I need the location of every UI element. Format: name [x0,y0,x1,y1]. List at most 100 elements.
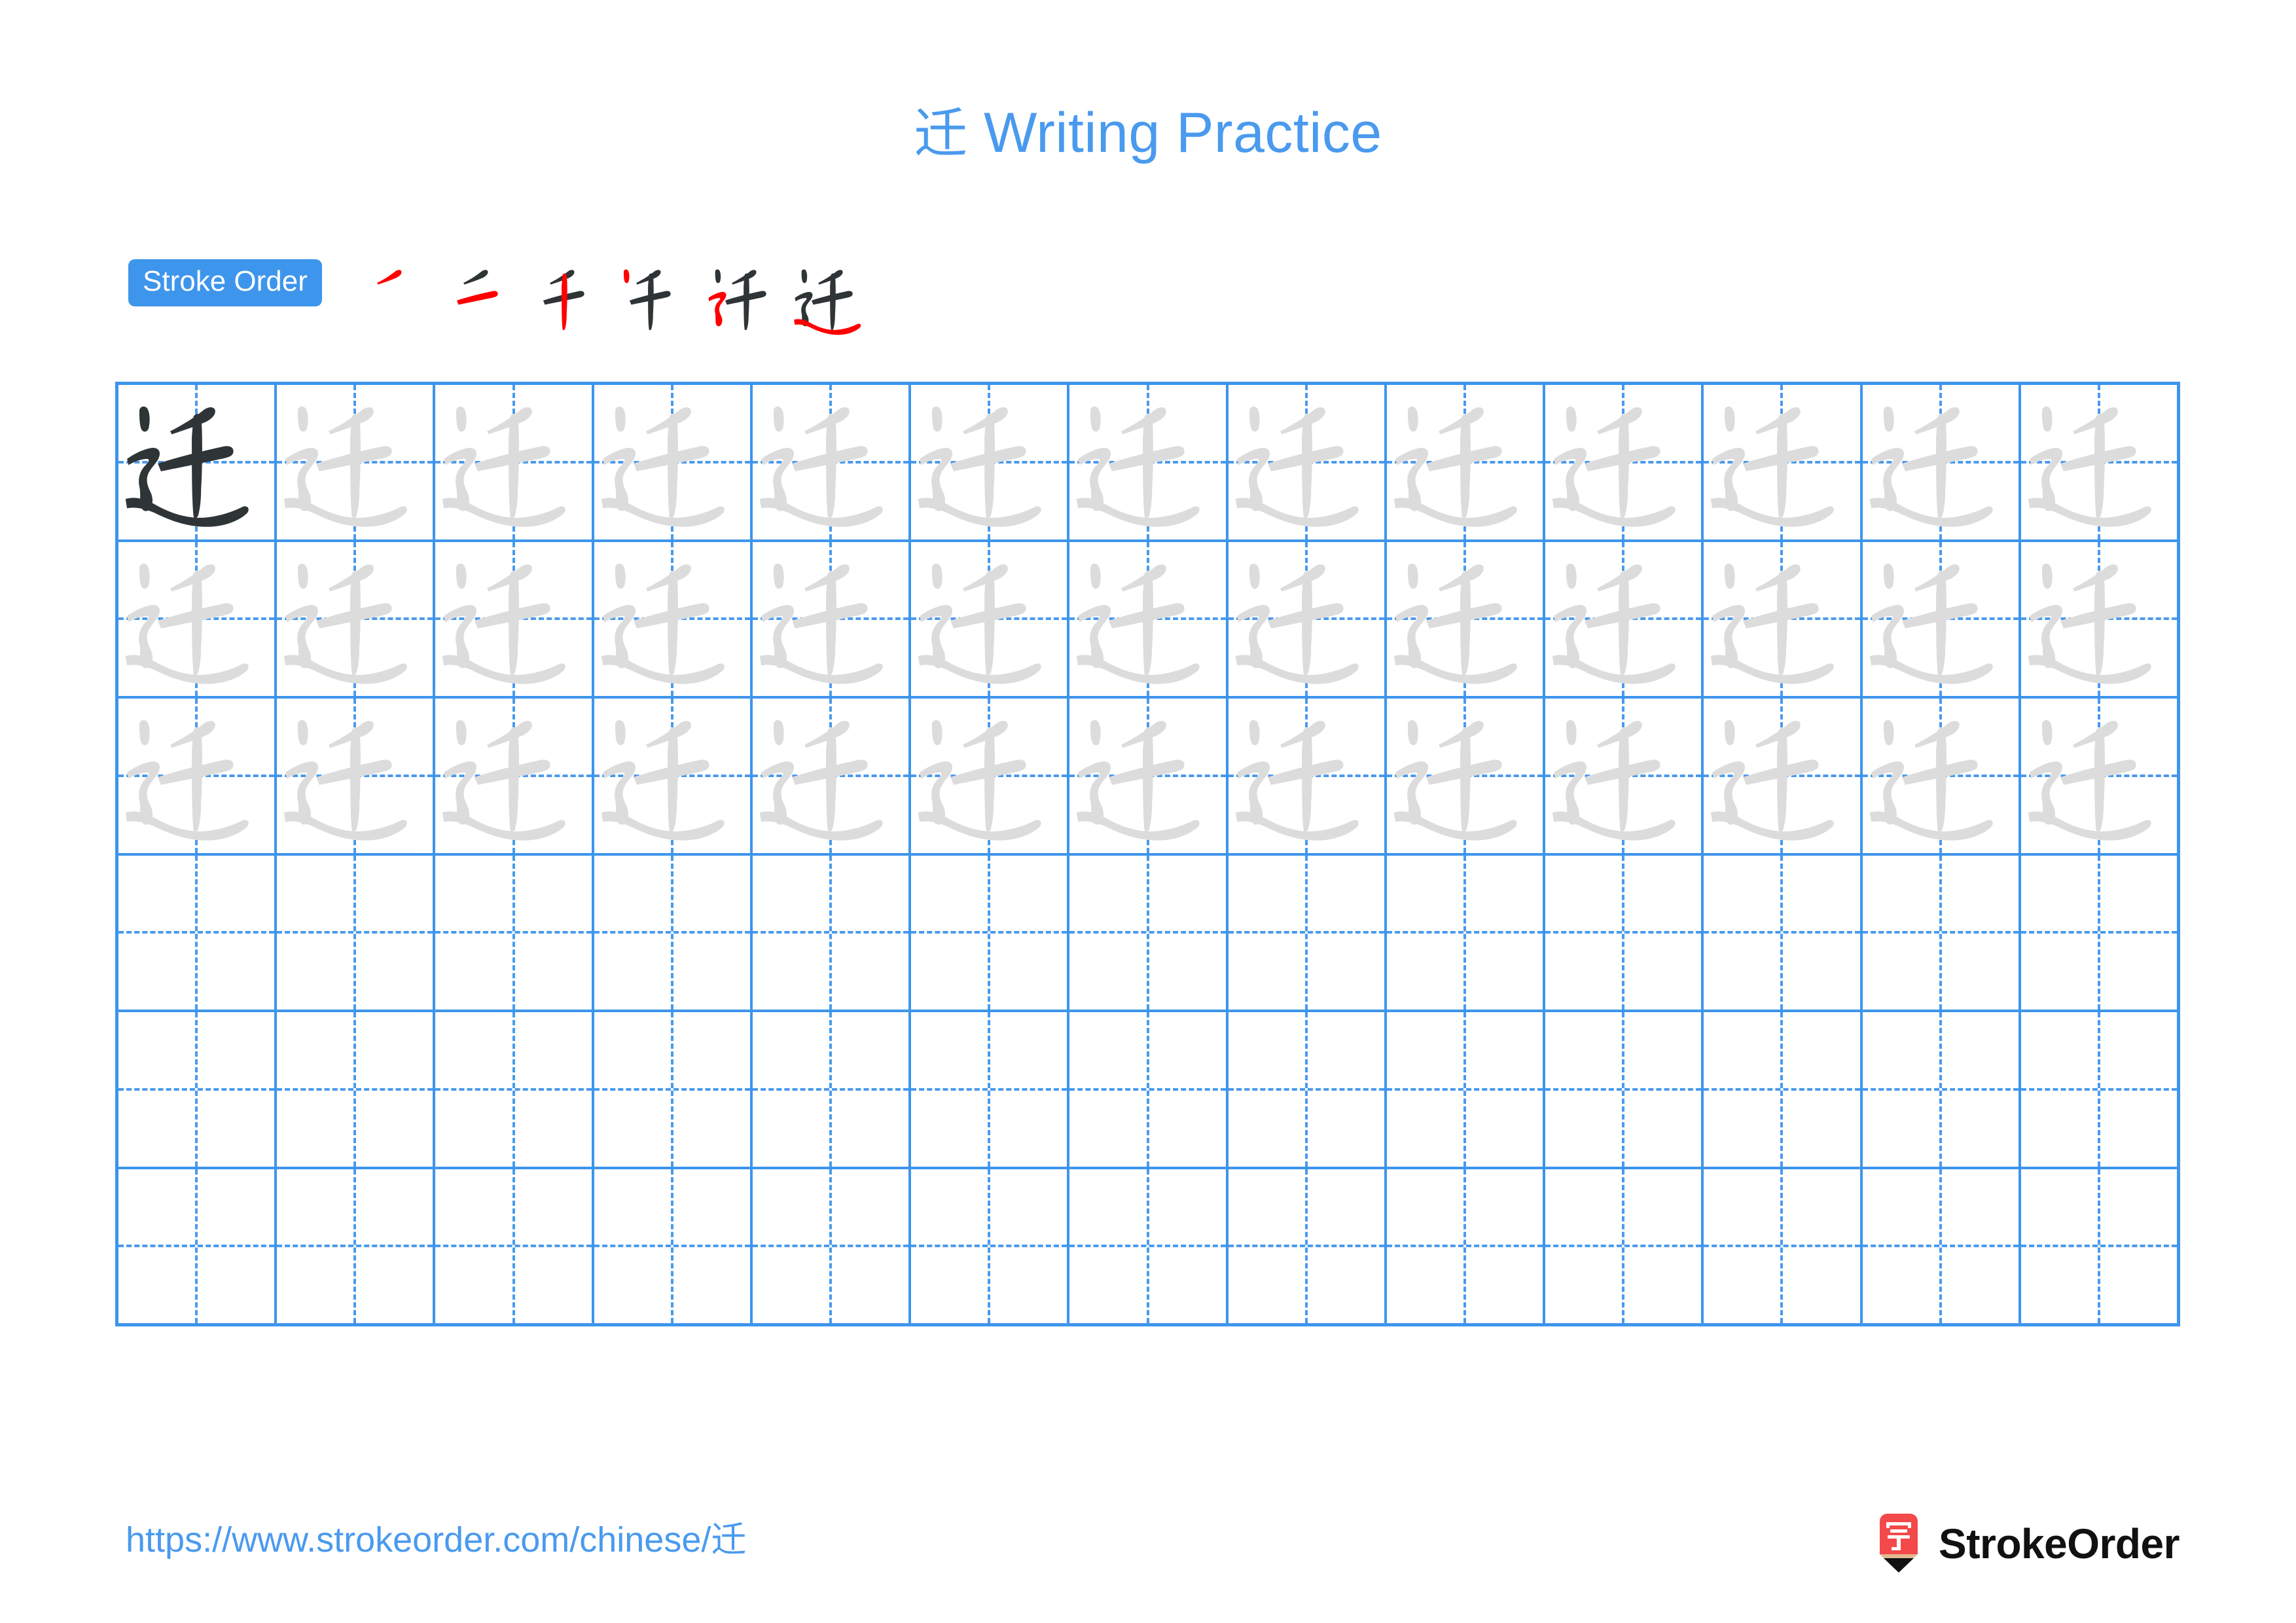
practice-cell-trace[interactable] [1386,541,1546,696]
footer-url[interactable]: https://www.strokeorder.com/chinese/迁 [126,1522,746,1558]
practice-cell-trace[interactable] [118,699,278,853]
practice-cell-trace[interactable] [1069,541,1229,697]
practice-cell-blank[interactable] [435,1012,594,1167]
practice-cell-trace[interactable] [1704,541,1863,696]
practice-cell-blank[interactable] [118,1012,278,1167]
practice-cell-blank[interactable] [277,855,436,1010]
trace-character [277,542,433,697]
practice-cell-blank[interactable] [1069,855,1229,1010]
cell-horizontal-guide [277,1087,433,1091]
practice-cell-blank[interactable] [1704,1012,1863,1167]
practice-cell-blank[interactable] [1545,1012,1704,1167]
practice-cell-blank[interactable] [1228,855,1387,1010]
cell-vertical-guide [353,855,357,1010]
cell-vertical-guide [2097,1169,2100,1323]
practice-cell-trace[interactable] [118,541,278,696]
practice-cell-model[interactable] [118,385,278,539]
practice-cell-trace[interactable] [1069,385,1229,539]
practice-cell-trace[interactable] [1386,385,1546,539]
practice-cell-trace[interactable] [277,541,436,697]
cell-horizontal-guide [435,931,592,934]
practice-cell-blank[interactable] [911,1169,1070,1323]
practice-cell-trace[interactable] [1228,699,1387,853]
practice-cell-blank[interactable] [1862,855,2021,1010]
practice-cell-blank[interactable] [1704,855,1863,1010]
practice-cell-trace[interactable] [277,385,436,539]
practice-cell-trace[interactable] [1386,699,1546,853]
practice-cell-blank[interactable] [911,855,1070,1010]
practice-cell-blank[interactable] [2020,855,2178,1010]
practice-cell-trace[interactable] [594,385,753,539]
practice-cell-trace[interactable] [752,541,912,696]
cell-vertical-guide [512,1169,515,1323]
practice-cell-blank[interactable] [1704,1169,1863,1323]
practice-cell-blank[interactable] [1862,1012,2021,1167]
cell-horizontal-guide [594,1245,750,1248]
practice-cell-trace[interactable] [1704,699,1863,853]
practice-cell-blank[interactable] [277,1169,436,1323]
practice-cell-blank[interactable] [752,855,912,1010]
trace-character [1069,542,1225,697]
practice-cell-blank[interactable] [118,855,278,1010]
cell-vertical-guide [829,1012,833,1167]
practice-cell-trace[interactable] [1862,541,2021,696]
practice-cell-trace[interactable] [1069,699,1229,853]
trace-character [277,385,433,539]
practice-cell-trace[interactable] [1862,699,2021,853]
practice-cell-blank[interactable] [594,855,753,1010]
cell-horizontal-guide [118,1245,275,1248]
practice-cell-trace[interactable] [435,541,594,696]
practice-cell-blank[interactable] [1069,1012,1229,1167]
practice-cell-trace[interactable] [594,699,753,853]
practice-cell-trace[interactable] [1862,385,2021,539]
cell-vertical-guide [670,1012,673,1167]
practice-cell-trace[interactable] [1545,541,1704,696]
practice-cell-blank[interactable] [1228,1169,1387,1323]
practice-cell-trace[interactable] [1704,385,1863,539]
cell-horizontal-guide [1069,1087,1226,1091]
stroke-step-4-diagram [623,269,671,331]
practice-cell-trace[interactable] [2020,699,2178,853]
practice-cell-trace[interactable] [594,541,753,696]
cell-vertical-guide [1939,1012,1942,1167]
practice-cell-trace[interactable] [911,699,1070,853]
practice-cell-blank[interactable] [594,1169,753,1323]
practice-cell-trace[interactable] [1545,699,1704,853]
practice-cell-blank[interactable] [1545,1169,1704,1323]
cell-horizontal-guide [1386,1087,1543,1091]
practice-cell-blank[interactable] [1069,1169,1229,1323]
practice-cell-blank[interactable] [1228,1012,1387,1167]
cell-vertical-guide [1780,855,1784,1010]
practice-cell-blank[interactable] [1386,1012,1546,1167]
cell-horizontal-guide [118,1087,275,1091]
practice-cell-blank[interactable] [2020,1169,2178,1323]
trace-character [911,542,1067,697]
practice-cell-blank[interactable] [752,1012,912,1167]
practice-cell-blank[interactable] [1386,1169,1546,1323]
practice-cell-trace[interactable] [277,699,436,853]
practice-cell-blank[interactable] [118,1169,278,1323]
practice-cell-trace[interactable] [435,699,594,853]
stroke-order-section: Stroke Order [128,253,877,335]
practice-cell-trace[interactable] [752,385,912,539]
practice-cell-blank[interactable] [1386,855,1546,1010]
practice-cell-trace[interactable] [1545,385,1704,539]
practice-cell-blank[interactable] [1545,855,1704,1010]
cell-horizontal-guide [1862,1245,2018,1248]
practice-cell-trace[interactable] [435,385,594,539]
practice-cell-trace[interactable] [1228,385,1387,539]
practice-cell-blank[interactable] [435,855,594,1010]
practice-cell-trace[interactable] [911,541,1070,697]
practice-cell-trace[interactable] [2020,541,2178,696]
practice-cell-trace[interactable] [752,699,912,853]
practice-cell-blank[interactable] [752,1169,912,1323]
practice-cell-blank[interactable] [911,1012,1070,1167]
practice-cell-blank[interactable] [435,1169,594,1323]
practice-cell-blank[interactable] [2020,1012,2178,1167]
practice-cell-trace[interactable] [2020,385,2178,539]
practice-cell-trace[interactable] [911,385,1070,539]
practice-cell-trace[interactable] [1228,541,1387,696]
practice-cell-blank[interactable] [277,1012,436,1167]
practice-cell-blank[interactable] [1862,1169,2021,1323]
practice-cell-blank[interactable] [594,1012,753,1167]
